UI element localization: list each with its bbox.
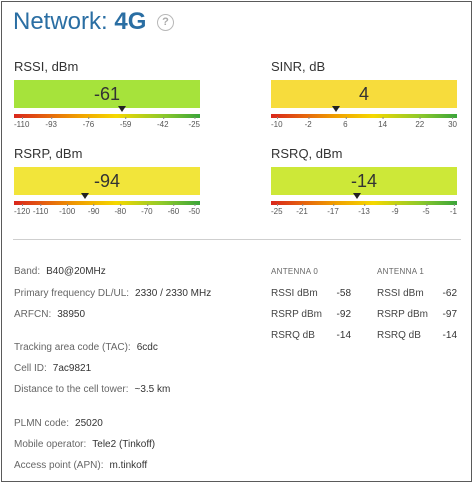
rsrp-ticks: -120 -110 -100 -90 -80 -70 -60 -50: [14, 204, 200, 219]
scale-tick-label: -1: [449, 204, 457, 216]
tac-value: 6cdc: [136, 342, 158, 353]
antenna-0-rsrq-label: RSRQ dB: [271, 330, 315, 341]
rsrp-value-box: -94: [14, 167, 200, 195]
scale-tick-label: -21: [296, 204, 308, 216]
rsrq-value-box: -14: [271, 167, 457, 195]
cell-id-row: Cell ID: 7ac9821: [14, 363, 91, 374]
band-label: Band:: [14, 266, 41, 277]
scale-tick-label: -93: [45, 117, 57, 129]
rsrp-metric: RSRP, dBm -94 -120 -110 -100 -90 -80 -70 -60 -5…: [14, 146, 200, 219]
antenna-0-rssi-value: -58: [336, 288, 351, 299]
scale-tick-label: -76: [82, 117, 95, 129]
rssi-ticks: -110 -93 -76 -59 -42 -25: [14, 117, 200, 132]
scale-tick-label: -10: [271, 117, 283, 129]
sinr-ticks: -10 -2 6 14 22 30: [271, 117, 457, 132]
scale-tick-label: -110: [32, 204, 49, 216]
antenna-1-rsrp-value: -97: [442, 309, 457, 320]
sinr-scale-bar: [271, 106, 457, 118]
scale-tick-label: -80: [114, 204, 127, 216]
rssi-metric: RSSI, dBm -61 -110 -93 -76 -59 -42 -25: [14, 59, 200, 132]
band-row: Band: B40@20MHz: [14, 266, 106, 277]
arfcn-value: 38950: [57, 309, 86, 320]
scale-tick-label: -42: [157, 117, 169, 129]
scale-tick-label: -9: [391, 204, 399, 216]
scale-tick-label: -60: [167, 204, 180, 216]
distance-value: ~3.5 km: [134, 384, 171, 395]
rsrq-label: RSRQ, dBm: [271, 146, 343, 161]
rssi-scale-bar: [14, 106, 200, 118]
plmn-row: PLMN code: 25020: [14, 418, 103, 429]
cell-id-label: Cell ID:: [14, 363, 47, 374]
cell-id-value: 7ac9821: [52, 363, 92, 374]
rsrq-marker-icon: [352, 193, 361, 199]
antenna-0-rsrq-value: -14: [336, 330, 351, 341]
help-icon[interactable]: ?: [157, 14, 175, 31]
scale-tick-label: -17: [327, 204, 339, 216]
sinr-marker-icon: [332, 106, 341, 112]
rssi-value: -61: [93, 84, 120, 104]
page-title-tech: 4G: [114, 8, 147, 35]
antenna-1-rsrq-value: -14: [442, 330, 457, 341]
rsrq-ticks: -25 -21 -17 -13 -9 -5 -1: [271, 204, 457, 219]
scale-tick-label: -90: [87, 204, 100, 216]
operator-row: Mobile operator: Tele2 (Tinkoff): [14, 439, 155, 450]
scale-tick-label: 30: [448, 117, 457, 129]
tac-label: Tracking area code (TAC):: [14, 342, 131, 353]
antenna-0-heading: ANTENNA 0: [271, 267, 319, 276]
antenna-0-rsrp-value: -92: [336, 309, 351, 320]
scale-tick-label: -59: [119, 117, 132, 129]
scale-tick-label: 14: [378, 117, 388, 129]
sinr-label: SINR, dB: [271, 59, 326, 74]
rsrp-label: RSRP, dBm: [14, 146, 83, 161]
section-divider: [13, 239, 461, 240]
distance-label: Distance to the cell tower:: [14, 384, 129, 395]
sinr-metric: SINR, dB 4 -10 -2 6 14 22 30: [271, 59, 457, 132]
antenna-1-rsrq-label: RSRQ dB: [377, 330, 421, 341]
apn-label: Access point (APN):: [14, 460, 104, 471]
band-value: B40@20MHz: [46, 266, 106, 277]
scale-tick-label: -25: [271, 204, 283, 216]
scale-tick-label: 6: [343, 117, 348, 129]
scale-tick-label: -110: [14, 117, 30, 129]
scale-tick-label: -100: [59, 204, 76, 216]
rssi-marker-icon: [117, 106, 126, 112]
plmn-label: PLMN code:: [14, 418, 70, 429]
scale-tick-label: -50: [188, 204, 200, 216]
rsrp-scale-bar: [14, 193, 200, 205]
tac-row: Tracking area code (TAC): 6cdc: [14, 342, 158, 353]
scale-tick-label: -25: [188, 117, 200, 129]
operator-label: Mobile operator:: [14, 439, 87, 450]
operator-value: Tele2 (Tinkoff): [92, 439, 156, 450]
rsrp-marker-icon: [80, 193, 89, 199]
scale-tick-label: -120: [14, 204, 31, 216]
page-title: Network: 4G ?: [13, 8, 175, 36]
arfcn-row: ARFCN: 38950: [14, 309, 85, 320]
page-title-prefix: Network:: [13, 8, 108, 35]
sinr-value-box: 4: [271, 80, 457, 108]
arfcn-label: ARFCN:: [14, 309, 52, 320]
rssi-label: RSSI, dBm: [14, 59, 79, 74]
frequency-label: Primary frequency DL/UL:: [14, 288, 130, 299]
rsrp-value: -94: [93, 171, 120, 191]
frequency-row: Primary frequency DL/UL: 2330 / 2330 MHz: [14, 288, 211, 299]
scale-tick-label: -70: [141, 204, 153, 216]
plmn-value: 25020: [75, 418, 103, 429]
scale-tick-label: -5: [422, 204, 430, 216]
apn-value: m.tinkoff: [109, 460, 148, 471]
scale-tick-label: 22: [415, 117, 425, 129]
frequency-value: 2330 / 2330 MHz: [135, 288, 212, 299]
antenna-1-heading: ANTENNA 1: [377, 267, 425, 276]
rsrq-value: -14: [350, 171, 377, 191]
antenna-1-rssi-value: -62: [442, 288, 457, 299]
scale-tick-label: -2: [304, 117, 312, 129]
rsrq-metric: RSRQ, dBm -14 -25 -21 -17 -13 -9 -5 -1: [271, 146, 457, 219]
rssi-value-box: -61: [14, 80, 200, 108]
apn-row: Access point (APN): m.tinkoff: [14, 460, 147, 471]
distance-row: Distance to the cell tower: ~3.5 km: [14, 384, 170, 395]
scale-tick-label: -13: [358, 204, 370, 216]
sinr-value: 4: [358, 84, 369, 104]
